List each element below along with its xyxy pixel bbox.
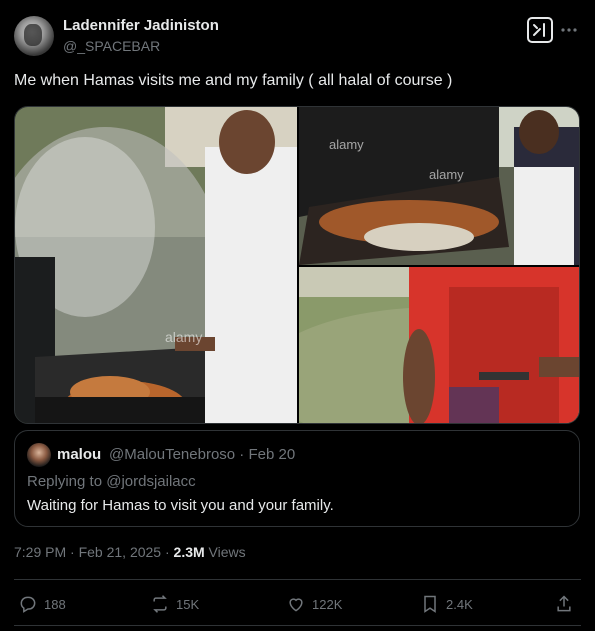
watermark: alamy	[429, 167, 464, 182]
replying-mention[interactable]: @jordsjailacc	[106, 473, 195, 490]
bookmark-count: 2.4K	[446, 596, 473, 612]
quoted-tweet[interactable]: malou @MalouTenebroso · Feb 20 Replying …	[14, 430, 580, 527]
replying-prefix: Replying to	[27, 473, 103, 490]
heart-icon	[289, 598, 303, 612]
bookmark-icon	[424, 595, 436, 613]
repost-button[interactable]: 15K	[150, 594, 199, 614]
more-dots-icon	[561, 28, 577, 32]
divider	[14, 579, 581, 580]
media-image-3[interactable]	[299, 267, 579, 423]
grok-icon	[533, 23, 545, 37]
grill-photo-icon	[299, 267, 579, 423]
like-button[interactable]: 122K	[286, 594, 342, 614]
media-image-1[interactable]: alamy alamy	[15, 107, 297, 423]
grok-button[interactable]	[527, 17, 553, 43]
reply-icon	[20, 596, 36, 613]
tweet-text: Me when Hamas visits me and my family ( …	[14, 72, 453, 89]
watermark: alamy	[329, 137, 364, 152]
media-image-2[interactable]: alamy alamy	[299, 107, 579, 265]
tweet-timestamp[interactable]: 7:29 PM · Feb 21, 2025 ·	[14, 544, 174, 560]
reply-count: 188	[44, 596, 66, 612]
repost-icon	[153, 595, 167, 613]
quoted-author-handle-date: @MalouTenebroso · Feb 20	[109, 446, 296, 463]
quoted-author-avatar	[27, 443, 51, 467]
repost-count: 15K	[176, 596, 200, 612]
author-name[interactable]: Ladennifer Jadiniston	[63, 17, 219, 34]
author-avatar[interactable]	[14, 16, 54, 56]
media-grid: alamy alamy alamy alamy	[14, 106, 580, 424]
tweet-header: Ladennifer Jadiniston @_SPACEBAR	[14, 14, 581, 58]
like-count: 122K	[312, 596, 343, 612]
divider	[14, 625, 581, 626]
bookmark-button[interactable]: 2.4K	[420, 594, 473, 614]
grill-photo-icon: alamy alamy	[299, 107, 579, 265]
quoted-replying-to: Replying to @jordsjailacc	[27, 473, 196, 490]
share-icon	[557, 595, 571, 612]
share-button[interactable]	[554, 594, 580, 614]
grill-photo-icon: alamy alamy	[15, 107, 297, 423]
watermark: alamy	[165, 329, 202, 345]
quoted-tweet-text: Waiting for Hamas to visit you and your …	[27, 497, 334, 514]
quoted-author-name: malou	[57, 446, 102, 463]
views-label: Views	[204, 544, 246, 560]
author-handle[interactable]: @_SPACEBAR	[63, 38, 160, 54]
reply-button[interactable]: 188	[18, 594, 66, 614]
tweet-actions: 188 15K 122K 2.4K	[14, 586, 581, 622]
views-count: 2.3M	[173, 544, 205, 560]
more-options-button[interactable]	[557, 20, 581, 40]
tweet-meta: 7:29 PM · Feb 21, 2025 · 2.3M Views	[14, 544, 246, 560]
